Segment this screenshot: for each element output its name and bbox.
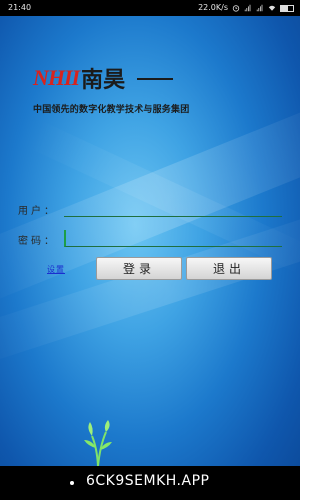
status-bar: 21:40 22.0K/s	[0, 0, 300, 16]
plant-decoration	[84, 420, 112, 466]
signal-icon	[244, 4, 251, 12]
brand-dash	[137, 78, 174, 80]
password-input[interactable]	[64, 230, 282, 247]
brand-logo: NHII 南昊	[33, 62, 174, 94]
status-icons: 22.0K/s	[198, 0, 294, 16]
login-button[interactable]: 登录	[96, 257, 182, 280]
wifi-icon	[268, 5, 276, 11]
alarm-icon	[232, 5, 240, 12]
network-speed: 22.0K/s	[198, 3, 228, 12]
password-label: 密码：	[18, 236, 57, 247]
username-input[interactable]	[64, 200, 282, 217]
username-label: 用户：	[18, 206, 57, 217]
signal-icon-2	[256, 4, 263, 12]
system-nav-bar: 6CK9SEMKH.APP	[0, 466, 300, 500]
app-watermark: 6CK9SEMKH.APP	[86, 473, 210, 489]
settings-link[interactable]: 设置	[47, 264, 65, 275]
battery-icon	[280, 4, 294, 12]
brand-tagline: 中国领先的数字化教学技术与服务集团	[33, 105, 190, 115]
brand-mark: NHII	[33, 65, 80, 90]
exit-button[interactable]: 退出	[186, 257, 272, 280]
nav-dot-icon	[70, 481, 74, 485]
login-screen: 21:40 22.0K/s NHII 南昊 中国领先的数字化教学技术与服务集团 …	[0, 0, 300, 500]
status-time: 21:40	[8, 3, 32, 12]
brand-name: 南昊	[81, 68, 126, 93]
